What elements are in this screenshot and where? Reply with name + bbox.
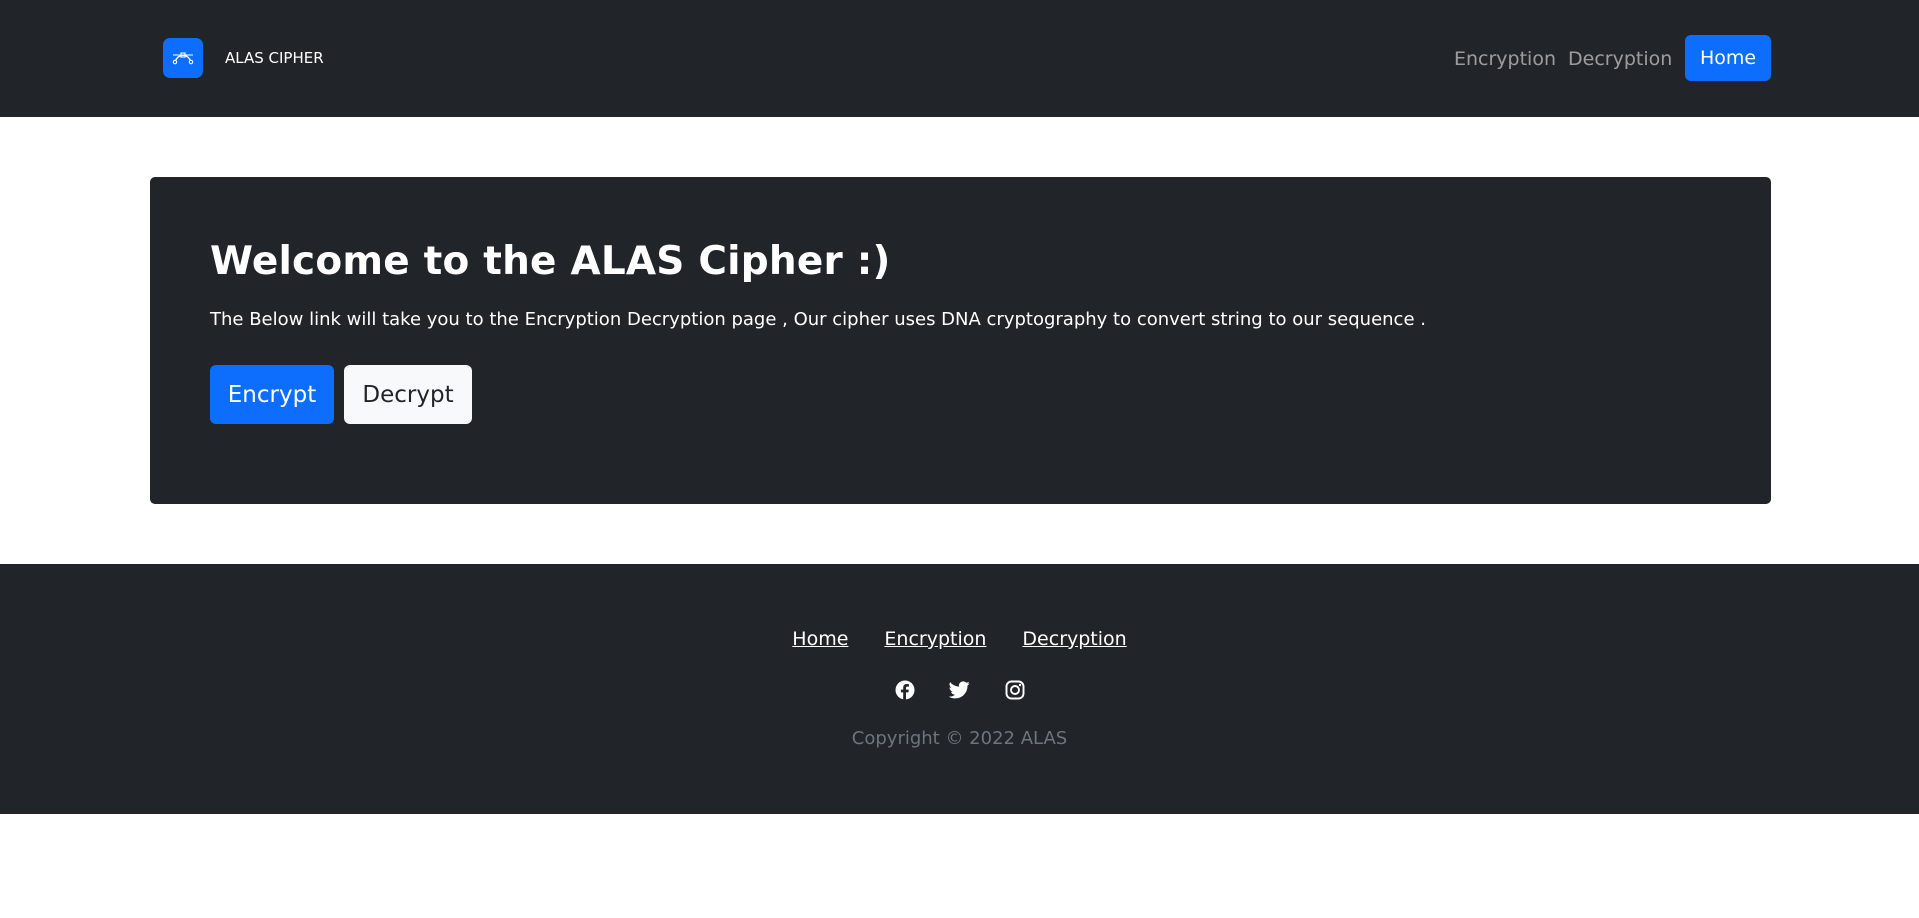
nav-link-encryption[interactable]: Encryption bbox=[1454, 47, 1556, 71]
encrypt-button[interactable]: Encrypt bbox=[210, 365, 334, 424]
bezier-curve-icon[interactable] bbox=[163, 38, 203, 78]
social-links bbox=[0, 679, 1919, 700]
top-navbar: ALAS CIPHER Encryption Decryption Home bbox=[0, 0, 1919, 117]
bezier-curve-glyph bbox=[172, 52, 194, 65]
decrypt-button[interactable]: Decrypt bbox=[344, 365, 472, 424]
footer-links: Home Encryption Decryption bbox=[0, 626, 1919, 652]
instagram-icon[interactable] bbox=[1004, 679, 1025, 700]
hero-title: Welcome to the ALAS Cipher :) bbox=[210, 239, 891, 284]
brand-name[interactable]: ALAS CIPHER bbox=[225, 47, 324, 69]
nav-link-decryption[interactable]: Decryption bbox=[1568, 47, 1672, 71]
page-footer: Home Encryption Decryption Copyright © 2… bbox=[0, 564, 1919, 814]
footer-link-home[interactable]: Home bbox=[792, 626, 848, 652]
footer-link-encryption[interactable]: Encryption bbox=[884, 626, 986, 652]
nav-home-button[interactable]: Home bbox=[1685, 35, 1771, 81]
hero-description: The Below link will take you to the Encr… bbox=[210, 309, 1426, 330]
copyright-text: Copyright © 2022 ALAS bbox=[851, 728, 1068, 749]
welcome-hero: Welcome to the ALAS Cipher :) The Below … bbox=[150, 177, 1771, 504]
footer-link-decryption[interactable]: Decryption bbox=[1022, 626, 1126, 652]
twitter-icon[interactable] bbox=[949, 679, 970, 700]
facebook-icon[interactable] bbox=[894, 679, 915, 700]
